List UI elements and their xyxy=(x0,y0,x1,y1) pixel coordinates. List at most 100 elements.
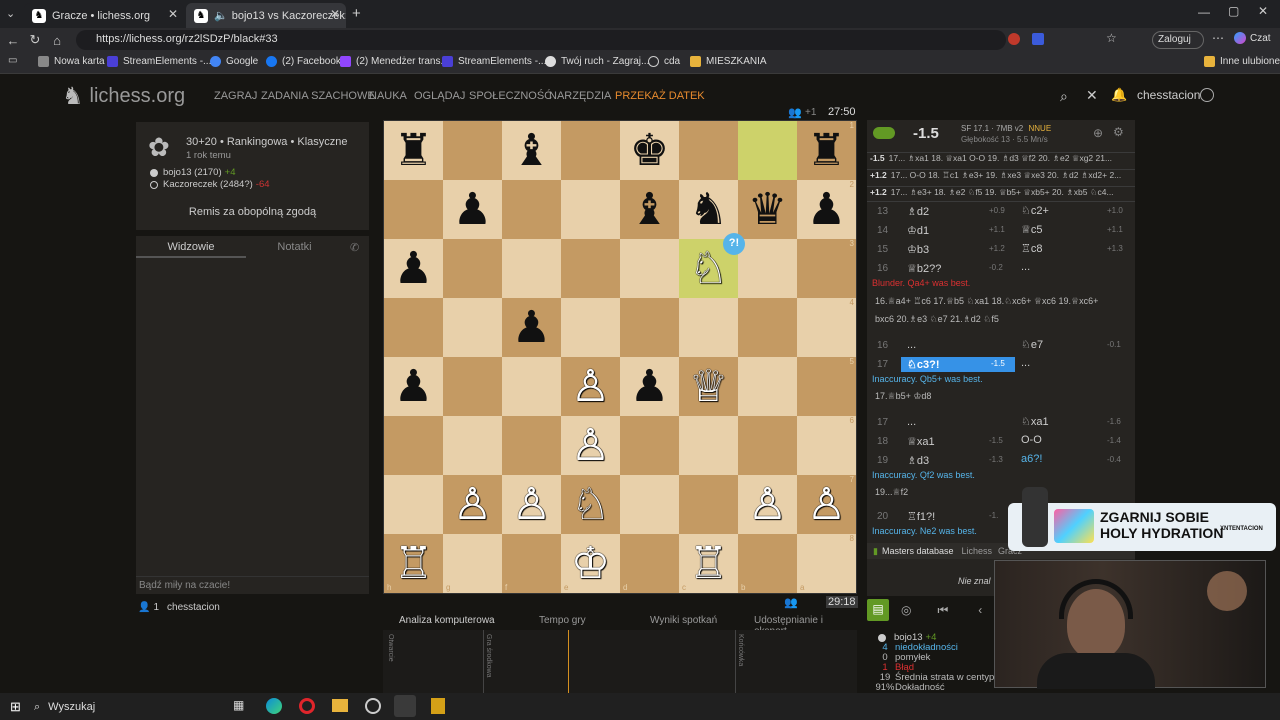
board-square[interactable]: ♟ xyxy=(443,180,502,239)
board-square[interactable]: ♙ xyxy=(561,416,620,475)
eval-chart[interactable]: Otwarcie Gra środkowa Końcówka xyxy=(383,630,857,693)
tab-move-times[interactable]: Tempo gry xyxy=(539,615,586,626)
board-square[interactable] xyxy=(620,416,679,475)
masters-tab[interactable]: Masters database xyxy=(882,546,954,556)
bell-icon[interactable]: 🔔 xyxy=(1111,87,1127,103)
chess-piece[interactable]: ♙ xyxy=(571,423,610,468)
board-square[interactable]: ♛ xyxy=(738,180,797,239)
board-square[interactable] xyxy=(738,239,797,298)
board-square[interactable] xyxy=(443,121,502,180)
gear-icon[interactable]: ⚙ xyxy=(1113,125,1124,139)
move-white[interactable]: ... xyxy=(901,415,1015,429)
move-black[interactable]: ... xyxy=(1021,357,1030,369)
chess-piece[interactable]: ♙ xyxy=(807,482,846,527)
browser-tab-1[interactable]: ♞ Gracze • lichess.org ✕ xyxy=(24,3,184,28)
board-square[interactable]: ♞ xyxy=(679,180,738,239)
nav-puzzles[interactable]: ZADANIA SZACHOWE xyxy=(261,90,375,102)
board-square[interactable] xyxy=(502,416,561,475)
board-square[interactable]: ♘ xyxy=(561,475,620,534)
board-square[interactable]: 6 xyxy=(797,416,856,475)
board-square[interactable]: a8 xyxy=(797,534,856,593)
taskbar-search[interactable]: ⌕ Wyszukaj xyxy=(34,697,219,717)
bookmark-item[interactable]: Nowa karta xyxy=(38,56,105,67)
board-square[interactable]: ♝ xyxy=(502,121,561,180)
lichess-tab[interactable]: Lichess xyxy=(962,546,993,556)
close-icon[interactable]: ✕ xyxy=(1086,87,1098,104)
obs-app-icon[interactable] xyxy=(394,695,416,717)
chat-input[interactable]: Bądź miły na czacie! xyxy=(136,576,369,594)
black-player[interactable]: Kaczoreczek (2484?) -64 xyxy=(150,179,270,190)
chess-piece[interactable]: ♜ xyxy=(807,128,846,173)
board-square[interactable]: 5 xyxy=(797,357,856,416)
chess-piece[interactable]: ♙ xyxy=(512,482,551,527)
nav-watch[interactable]: OGLĄDAJ xyxy=(414,90,465,102)
board-square[interactable] xyxy=(620,298,679,357)
login-button[interactable]: Zaloguj xyxy=(1152,31,1204,49)
bookmark-item[interactable]: (2) Menedżer trans... xyxy=(340,56,449,67)
bookmark-item[interactable]: StreamElements -... xyxy=(107,56,211,67)
browser-tab-2[interactable]: ♞ 🔈 bojo13 vs Kaczoreczek: Caro- ✕ xyxy=(186,3,346,28)
chess-piece[interactable]: ♟ xyxy=(807,187,846,232)
chess-piece[interactable]: ♙ xyxy=(748,482,787,527)
board-square[interactable] xyxy=(620,475,679,534)
app-icon[interactable] xyxy=(365,698,381,714)
board-square[interactable] xyxy=(443,416,502,475)
board-square[interactable]: ♟ xyxy=(502,298,561,357)
bookmark-item[interactable]: StreamElements -... xyxy=(442,56,546,67)
board-square[interactable] xyxy=(384,416,443,475)
extension-icon[interactable] xyxy=(1032,33,1044,45)
favorites-icon[interactable]: ☆ xyxy=(1106,31,1117,45)
nav-donate[interactable]: PRZEKAŻ DATEK xyxy=(615,90,705,102)
move-black[interactable]: ♘e7 xyxy=(1021,338,1043,351)
board-square[interactable] xyxy=(443,357,502,416)
search-icon[interactable]: ⌕ xyxy=(1060,88,1068,105)
reload-icon[interactable]: ↻ xyxy=(24,32,46,48)
opera-icon[interactable] xyxy=(299,698,315,714)
move-black[interactable]: ♖c8 xyxy=(1021,242,1042,255)
bookmark-item[interactable]: MIESZKANIA xyxy=(690,56,767,67)
board-square[interactable]: ♟ 2 xyxy=(797,180,856,239)
bookmark-item[interactable]: (2) Facebook xyxy=(266,56,341,67)
chess-piece[interactable]: ♟ xyxy=(512,305,551,350)
variation-line[interactable]: 19...♕f2 xyxy=(875,487,908,498)
bookmark-item[interactable]: Twój ruch - Zagraj... xyxy=(545,56,649,67)
close-tab-icon[interactable]: ✕ xyxy=(330,7,340,21)
board-square[interactable]: ♝ xyxy=(620,180,679,239)
board-square[interactable] xyxy=(443,239,502,298)
board-square[interactable]: ♖ h xyxy=(384,534,443,593)
board-square[interactable]: ♙ xyxy=(738,475,797,534)
board-square[interactable]: ♜ 1 xyxy=(797,121,856,180)
chess-piece[interactable]: ♖ xyxy=(689,541,728,586)
close-tab-icon[interactable]: ✕ xyxy=(168,7,178,21)
board-square[interactable]: ♙ xyxy=(561,357,620,416)
pv-line[interactable]: -1.5 17... ♗xa1 18. ♕xa1 O-O 19. ♗d3 ♕f2 … xyxy=(867,152,1135,168)
tab-notes[interactable]: Notatki xyxy=(252,236,337,258)
chess-piece[interactable]: ♟ xyxy=(630,364,669,409)
home-icon[interactable]: ⌂ xyxy=(46,33,68,48)
chess-piece[interactable]: ♟ xyxy=(394,364,433,409)
back-icon[interactable]: ← xyxy=(2,33,24,48)
user-avatar-icon[interactable] xyxy=(1200,88,1214,102)
move-white[interactable]: ... xyxy=(901,338,1015,352)
board-square[interactable] xyxy=(384,475,443,534)
board-square[interactable] xyxy=(738,121,797,180)
chess-piece[interactable]: ♜ xyxy=(394,128,433,173)
start-icon[interactable]: ⊞ xyxy=(10,699,21,715)
new-tab-button[interactable]: + xyxy=(352,5,361,22)
user-menu[interactable]: chesstacion xyxy=(1137,88,1200,102)
tab-crosstable[interactable]: Wyniki spotkań xyxy=(650,615,717,626)
move-black[interactable]: ♕c5 xyxy=(1021,223,1042,236)
move-black[interactable]: ... xyxy=(1021,261,1030,273)
board-square[interactable]: ♟ xyxy=(384,357,443,416)
chess-piece[interactable]: ♘ xyxy=(571,482,610,527)
chess-piece[interactable]: ♛ xyxy=(748,187,787,232)
nav-play[interactable]: ZAGRAJ xyxy=(214,90,257,102)
bookmark-item[interactable]: Inne ulubione xyxy=(1204,56,1280,67)
move-black[interactable]: ♘c2+ xyxy=(1021,204,1049,217)
board-square[interactable] xyxy=(384,180,443,239)
board-square[interactable]: ♚ xyxy=(620,121,679,180)
file-explorer-icon[interactable] xyxy=(332,699,348,712)
chess-piece[interactable]: ♟ xyxy=(453,187,492,232)
board-square[interactable] xyxy=(561,121,620,180)
nav-learn[interactable]: NAUKA xyxy=(369,90,407,102)
